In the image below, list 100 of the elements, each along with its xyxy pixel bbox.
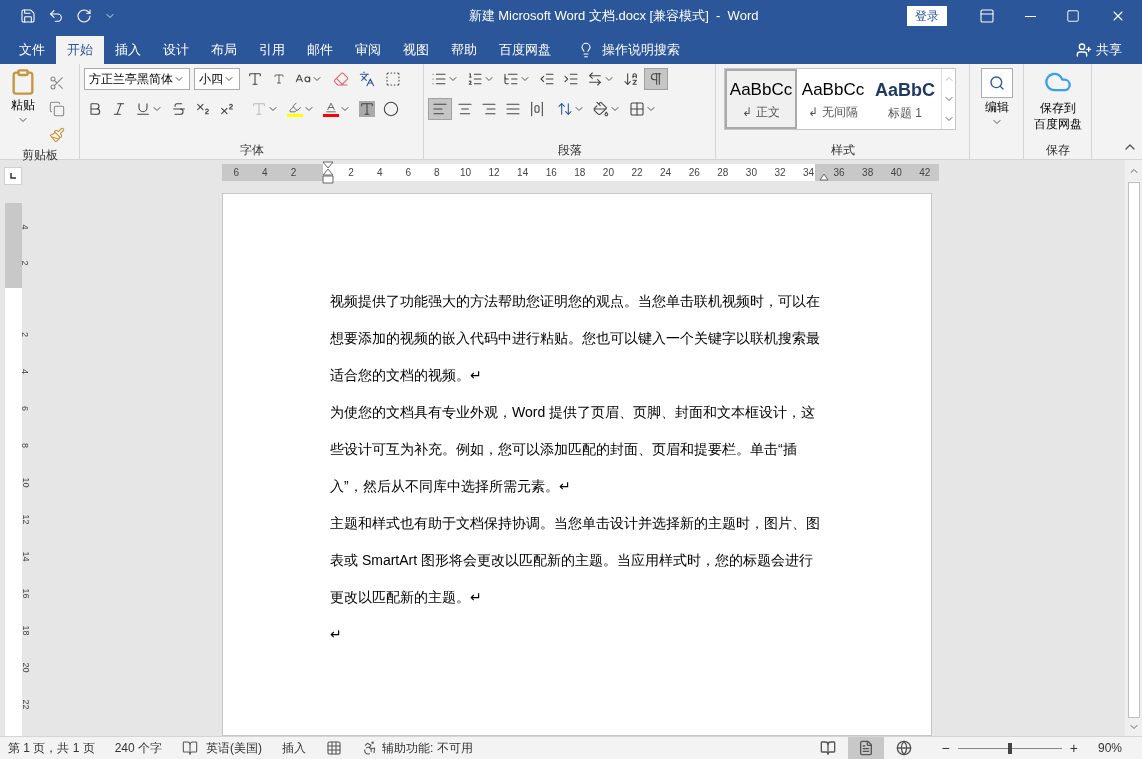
proofing-icon [182,740,199,756]
search-icon [988,75,1005,91]
ruler-number: 34 [802,166,816,180]
group-label: 段落 [557,142,582,159]
window-title: 新建 Microsoft Word 文档.docx [兼容模式] - Word [468,7,759,26]
paint-bucket-icon [593,101,609,117]
save-to-cloud-button[interactable]: 保存到 百度网盘 [1028,68,1087,141]
ribbon-tab[interactable]: 邮件 [296,36,344,64]
ribbon-tab[interactable]: 布局 [200,36,248,64]
strikethrough-icon [171,101,187,117]
ruler-number: 8 [19,443,32,448]
editing-button[interactable]: 编辑 [974,68,1019,141]
phonetic-guide-icon [359,71,375,87]
ruler-number: 2 [347,166,355,180]
ruler-number: 12 [487,166,501,180]
character-border-icon [385,71,401,87]
ruler-number: 20 [19,662,32,673]
font-grow-icon [247,71,263,87]
ribbon-tab[interactable]: 帮助 [440,36,488,64]
ribbon-tab[interactable]: 文件 [8,36,56,64]
redo-icon [76,8,92,24]
ruler-number: 4 [375,166,384,180]
zoom-thumb[interactable] [1007,742,1012,754]
zoom-percent[interactable]: 90% [1097,739,1134,757]
ribbon-tab[interactable]: 设计 [152,36,200,64]
numbered-list-icon [467,71,483,87]
accessibility-status[interactable]: 辅助功能: 不可用 [382,739,473,757]
copy-icon [49,101,65,117]
superscript-icon [219,101,235,117]
bold-icon [87,101,103,117]
ruler-number: 14 [516,166,530,180]
tell-me-field[interactable]: 操作说明搜索 [602,40,680,60]
ruler-number: 4 [19,224,31,230]
paragraph-mark-icon [648,71,664,87]
shading-button[interactable] [356,98,378,120]
group-label: 剪贴板 [21,147,58,164]
minimize-icon[interactable] [1025,15,1036,17]
text-effect-icon [251,101,267,117]
tab-stop-selector[interactable] [4,167,22,185]
align-icon [457,101,473,117]
align-button[interactable] [428,98,452,120]
group-label: 字体 [239,142,264,159]
ruler-number: 24 [659,166,673,180]
body-paragraph: ↵ [330,625,343,644]
ruler-number: 28 [716,166,730,180]
font-name-dropdown[interactable]: 方正兰亭黑简体 [84,68,190,90]
character-shading-icon [359,101,375,117]
insert-mode[interactable]: 插入 [282,739,307,757]
font-size-dropdown[interactable]: 小四 [194,68,240,90]
zoom-in-button[interactable]: + [1069,737,1078,759]
eraser-icon [333,71,349,87]
group-label: 样式 [830,142,855,159]
highlighter-icon [287,101,303,117]
share-button[interactable]: 共享 [1076,36,1142,64]
underline-icon [135,101,151,117]
decrease-indent-icon [539,71,555,87]
ribbon-tab[interactable]: 开始 [56,36,104,64]
paintbrush-icon [49,127,65,143]
ruler-number: 22 [19,699,32,710]
view-icon [895,740,912,756]
ruler-number: 2 [19,332,32,337]
zoom-slider[interactable] [957,742,1062,754]
ribbon-tab[interactable]: 视图 [392,36,440,64]
ruler-number: 18 [19,625,32,636]
style-item[interactable]: AaBbCc ↲ 正文 [725,69,797,129]
paste-button[interactable]: 粘贴 [4,68,42,146]
ruler-number: 38 [861,166,875,180]
ruler-number: 6 [404,166,413,180]
ribbon-tab[interactable]: 插入 [104,36,152,64]
ruler-number: 10 [19,477,32,488]
style-item[interactable]: AaBbC 标题 1 [869,69,941,129]
ribbon-tab[interactable]: 百度网盘 [488,36,562,64]
style-item[interactable]: AaBbCc ↲ 无间隔 [797,69,869,129]
font-name-value: 方正兰亭黑简体 [89,71,173,88]
view-button[interactable] [847,737,884,759]
ruler-number: 40 [889,166,903,180]
show-marks-button[interactable] [644,68,668,90]
ruler-number: 36 [832,166,846,180]
ruler-number: 42 [918,166,932,180]
maximize-icon [1066,9,1080,23]
ruler-number: 22 [630,166,644,180]
multilevel-list-icon [503,71,519,87]
ruler-number: 14 [19,551,32,562]
word-count[interactable]: 240 个字 [114,739,163,757]
page-count[interactable]: 第 1 页，共 1 页 [8,739,95,757]
language-label[interactable]: 英语(美国) [206,739,263,757]
ribbon-tab[interactable]: 引用 [248,36,296,64]
sort-icon [623,71,639,87]
zoom-out-button[interactable]: − [941,737,950,759]
ruler-number: 16 [544,166,558,180]
group-label: 保存 [1045,142,1070,159]
ruler-number: 2 [289,166,298,180]
align-icon [481,101,497,117]
body-paragraph: 为使您的文档具有专业外观，Word 提供了页眉、页脚、封面和文本框设计，这些设计可互为补充。例如，您可以添加匹配的封面、页眉和提要栏。单击“插入”，然后从不同库中选择所需元素。↵ [330,403,817,496]
increase-indent-icon [563,71,579,87]
ruler-number: 16 [19,588,32,599]
sign-in-button[interactable]: 登录 [907,6,947,26]
font-shrink-icon [273,73,285,85]
ribbon-tab[interactable]: 审阅 [344,36,392,64]
ruler-number: 26 [687,166,701,180]
